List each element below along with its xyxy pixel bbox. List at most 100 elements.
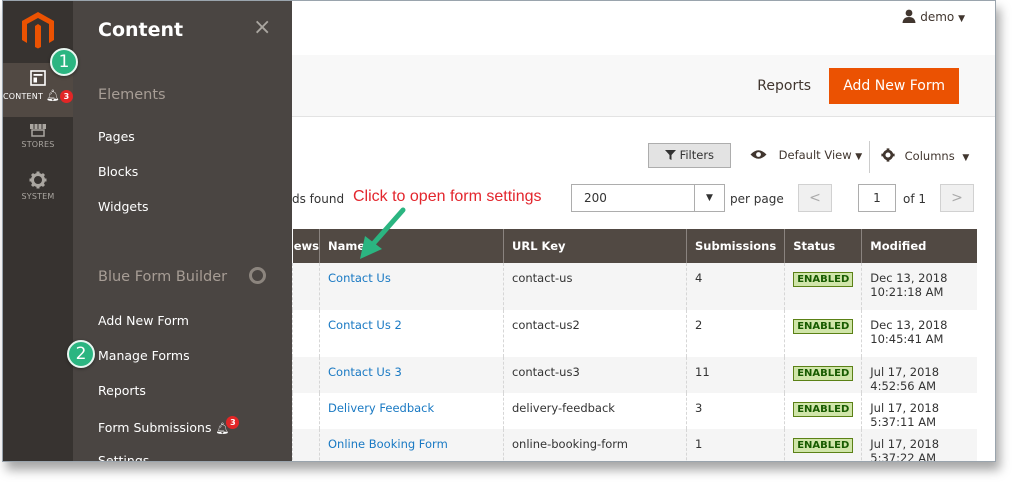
table-row[interactable]: Delivery Feedback delivery-feedback 3 EN… <box>292 393 977 429</box>
url-key-cell: contact-us2 <box>503 310 687 357</box>
bell-icon: 🔔︎ <box>45 89 61 102</box>
notification-badge: 3 <box>226 416 240 429</box>
eye-icon <box>750 150 767 159</box>
elements-heading: Elements <box>98 87 166 103</box>
page-header: demo ▼ <box>292 1 995 55</box>
content-flyout-menu: Content × Elements Pages Blocks Widgets … <box>73 1 292 461</box>
column-header-status[interactable]: Status <box>784 229 862 263</box>
url-key-cell: contact-us <box>503 263 687 310</box>
default-view-label: Default View <box>778 148 852 162</box>
column-header-modified[interactable]: Modified <box>861 229 977 263</box>
status-badge: ENABLED <box>793 402 854 417</box>
views-cell <box>292 429 320 461</box>
stores-icon <box>30 124 46 137</box>
status-badge: ENABLED <box>793 366 854 381</box>
submissions-cell: 11 <box>685 357 785 393</box>
status-badge: ENABLED <box>793 272 854 287</box>
user-icon <box>902 9 916 23</box>
menu-item-reports[interactable]: Reports <box>98 383 146 398</box>
default-view-dropdown[interactable]: Default View ▼ <box>750 148 862 162</box>
per-page-value: 200 <box>584 191 607 205</box>
callout-text: Click to open form settings <box>353 188 542 205</box>
columns-label: Columns <box>904 149 955 163</box>
menu-item-blocks[interactable]: Blocks <box>98 164 138 179</box>
column-header-url-key[interactable]: URL Key <box>503 229 687 263</box>
menu-item-manage-forms[interactable]: Manage Forms <box>98 348 190 363</box>
sidebar-item-system[interactable]: SYSTEM <box>3 171 73 211</box>
add-new-form-button[interactable]: Add New Form <box>829 68 959 104</box>
views-cell <box>292 263 320 310</box>
blue-form-builder-heading: Blue Form Builder <box>98 269 228 285</box>
flyout-title: Content <box>98 19 184 41</box>
page-actions: Reports Add New Form <box>292 55 995 117</box>
status-badge: ENABLED <box>793 319 854 334</box>
column-header-submissions[interactable]: Submissions <box>685 229 785 263</box>
gear-icon <box>29 171 47 189</box>
toolbar-divider <box>869 141 870 173</box>
form-name-link[interactable]: Contact Us 3 <box>328 365 402 379</box>
sidebar-item-stores[interactable]: STORES <box>3 123 73 163</box>
user-name: demo <box>920 10 955 24</box>
views-cell <box>292 357 320 393</box>
chevron-down-icon: ▼ <box>962 153 970 163</box>
close-icon[interactable]: × <box>253 15 271 40</box>
form-name-link[interactable]: Delivery Feedback <box>328 401 434 415</box>
url-key-cell: delivery-feedback <box>503 393 687 429</box>
table-row[interactable]: Contact Us 3 contact-us3 11 ENABLED Jul … <box>292 357 977 393</box>
magento-logo-icon[interactable] <box>21 11 55 49</box>
per-page-select[interactable]: 200 ▼ <box>571 184 725 212</box>
modified-cell: Jul 17, 2018 5:37:22 AM <box>861 429 977 461</box>
menu-item-label: Form Submissions <box>98 420 212 435</box>
chevron-down-icon[interactable]: ▼ <box>694 185 724 211</box>
gear-icon <box>881 148 895 162</box>
menu-item-form-submissions[interactable]: Form Submissions 🔔︎3 <box>98 416 242 436</box>
columns-dropdown[interactable]: Columns ▼ <box>881 148 969 163</box>
modified-cell: Dec 13, 2018 10:21:18 AM <box>861 263 977 310</box>
step-marker-2: 2 <box>67 340 95 368</box>
callout-arrow-icon <box>360 207 406 259</box>
submissions-cell: 4 <box>685 263 785 310</box>
chevron-down-icon: ▼ <box>855 152 863 162</box>
form-name-link[interactable]: Online Booking Form <box>328 437 448 451</box>
submissions-cell: 1 <box>685 429 785 461</box>
table-row[interactable]: Online Booking Form online-booking-form … <box>292 429 977 461</box>
next-page-button[interactable]: > <box>940 184 974 212</box>
form-name-link[interactable]: Contact Us <box>328 271 391 285</box>
funnel-icon <box>664 150 676 160</box>
submissions-cell: 2 <box>685 310 785 357</box>
records-found: ds found <box>292 192 345 206</box>
notification-badge: 3 <box>60 90 74 103</box>
form-name-link[interactable]: Contact Us 2 <box>328 318 402 332</box>
table-row[interactable]: Contact Us contact-us 4 ENABLED Dec 13, … <box>292 263 977 310</box>
page-total: of 1 <box>903 192 927 206</box>
app-window: CONTENT 🔔︎ 3 STORES SYSTEM Content × Ele… <box>2 0 996 462</box>
filters-button[interactable]: Filters <box>648 143 731 168</box>
loading-spinner-icon <box>249 267 266 284</box>
menu-item-add-new-form[interactable]: Add New Form <box>98 313 189 328</box>
sidebar-item-label: CONTENT <box>3 92 44 101</box>
filters-label: Filters <box>679 148 715 162</box>
menu-item-settings[interactable]: Settings <box>98 453 149 461</box>
url-key-cell: online-booking-form <box>503 429 687 461</box>
table-row[interactable]: Contact Us 2 contact-us2 2 ENABLED Dec 1… <box>292 310 977 357</box>
column-header-views[interactable]: ews <box>292 229 320 263</box>
menu-item-widgets[interactable]: Widgets <box>98 199 149 214</box>
step-marker-1: 1 <box>50 48 78 76</box>
page-number-input[interactable]: 1 <box>858 184 896 212</box>
views-cell <box>292 310 320 357</box>
prev-page-button[interactable]: < <box>798 184 832 212</box>
reports-button[interactable]: Reports <box>757 78 811 94</box>
status-badge: ENABLED <box>793 438 854 453</box>
chevron-down-icon: ▼ <box>958 14 965 24</box>
modified-cell: Jul 17, 2018 5:37:11 AM <box>861 393 977 429</box>
views-cell <box>292 393 320 429</box>
menu-item-pages[interactable]: Pages <box>98 129 135 144</box>
url-key-cell: contact-us3 <box>503 357 687 393</box>
per-page-label: per page <box>730 192 784 206</box>
submissions-cell: 3 <box>685 393 785 429</box>
user-menu[interactable]: demo ▼ <box>902 9 965 24</box>
modified-cell: Dec 13, 2018 10:45:41 AM <box>861 310 977 357</box>
column-header-name[interactable]: Name <box>319 229 504 263</box>
sidebar-item-label: SYSTEM <box>21 192 55 201</box>
content-icon <box>30 70 46 86</box>
